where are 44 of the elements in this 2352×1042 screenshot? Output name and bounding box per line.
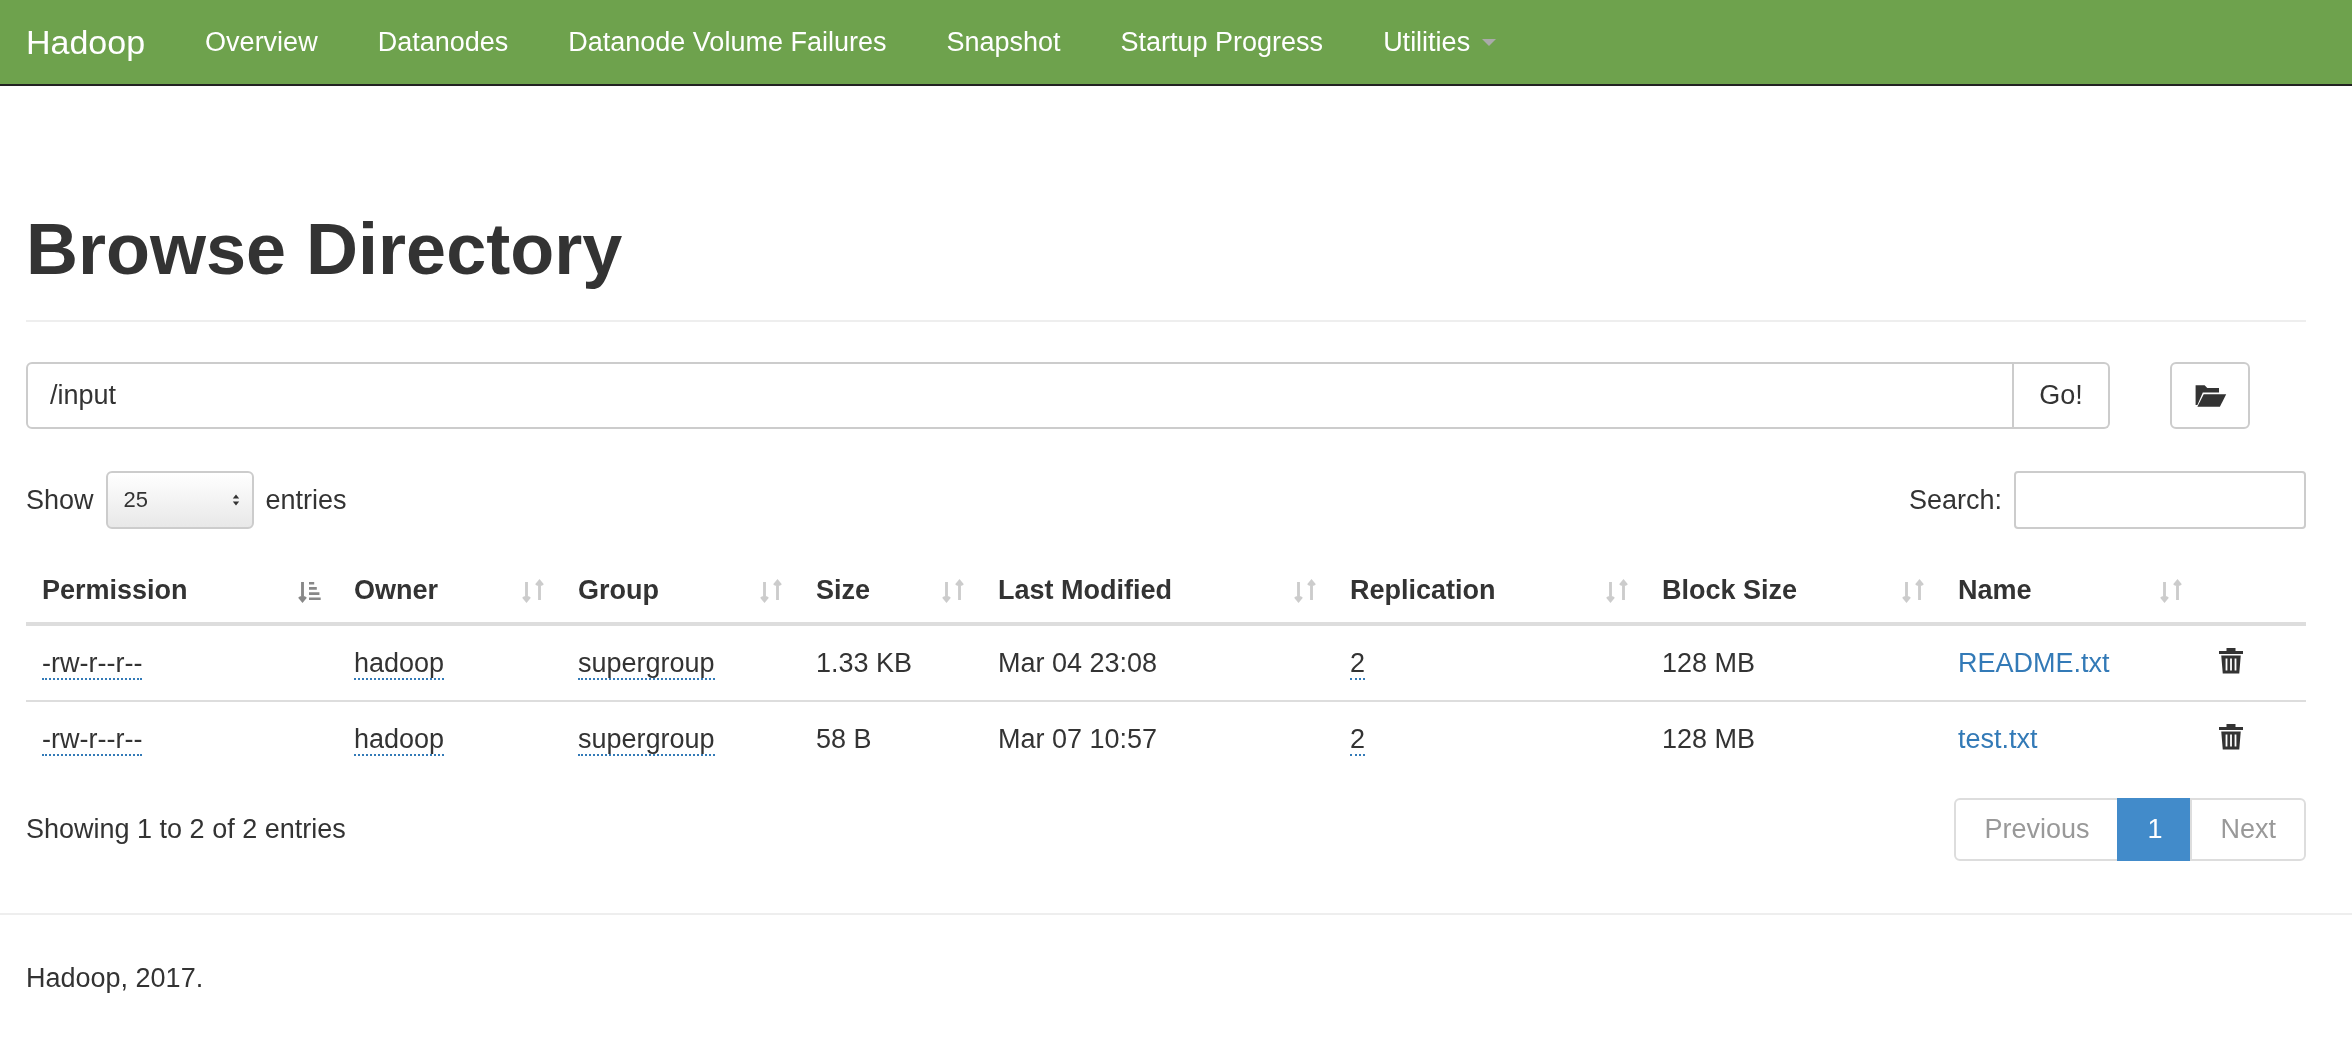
file-link[interactable]: test.txt xyxy=(1958,723,2038,754)
nav-link[interactable]: Snapshot xyxy=(946,26,1061,58)
column-header[interactable]: Name xyxy=(1958,575,2184,607)
table-cell: hadoop xyxy=(354,723,445,756)
search-field[interactable] xyxy=(2014,471,2306,530)
table-cell: hadoop xyxy=(354,647,445,680)
table-cell: 58 B xyxy=(816,723,872,754)
table-cell: -rw-r--r-- xyxy=(42,647,143,680)
column-header[interactable]: Owner xyxy=(354,575,546,607)
table-cell: 2 xyxy=(1350,647,1366,680)
table-cell: 1.33 KB xyxy=(816,647,913,678)
path-input-field[interactable]: /input xyxy=(26,362,2014,430)
table-cell: 128 MB xyxy=(1662,723,1756,754)
table-cell: Mar 04 23:08 xyxy=(998,647,1158,678)
brand-link[interactable]: Hadoop xyxy=(26,22,146,62)
page-button[interactable]: 1 xyxy=(2117,798,2193,862)
folder-button[interactable] xyxy=(2170,362,2250,430)
column-header[interactable]: Replication xyxy=(1350,575,1630,607)
nav-link[interactable]: Datanodes xyxy=(377,26,509,58)
table-info: Showing 1 to 2 of 2 entries xyxy=(26,814,346,846)
column-header[interactable]: Size xyxy=(816,575,966,607)
footer-text: Hadoop, 2017. xyxy=(26,963,205,995)
search-label: Search: xyxy=(1908,484,2002,516)
caret-icon xyxy=(1482,38,1497,46)
table-cell: supergroup xyxy=(578,723,715,756)
table-cell: -rw-r--r-- xyxy=(42,723,143,756)
nav-link[interactable]: Startup Progress xyxy=(1120,26,1324,58)
nav-link[interactable]: Overview xyxy=(205,26,318,58)
show-label: Show xyxy=(26,484,94,516)
table-cell: 2 xyxy=(1350,723,1366,756)
column-header[interactable]: Group xyxy=(578,575,784,607)
nav-link[interactable]: Datanode Volume Failures xyxy=(568,26,887,58)
column-header[interactable]: Block Size xyxy=(1662,575,1926,607)
file-link[interactable]: README.txt xyxy=(1958,647,2110,678)
table-cell: supergroup xyxy=(578,647,715,680)
nav-dropdown[interactable]: Utilities xyxy=(1383,26,1497,58)
entries-select[interactable]: 25 xyxy=(105,471,254,530)
column-header[interactable]: Last Modified xyxy=(998,575,1318,607)
go-button[interactable]: Go! xyxy=(2014,362,2110,430)
table-cell: 128 MB xyxy=(1662,647,1756,678)
table-cell: Mar 07 10:57 xyxy=(998,723,1158,754)
entries-label: entries xyxy=(265,484,347,516)
page-title: Browse Directory xyxy=(26,208,624,291)
column-header[interactable]: Permission xyxy=(42,575,322,607)
